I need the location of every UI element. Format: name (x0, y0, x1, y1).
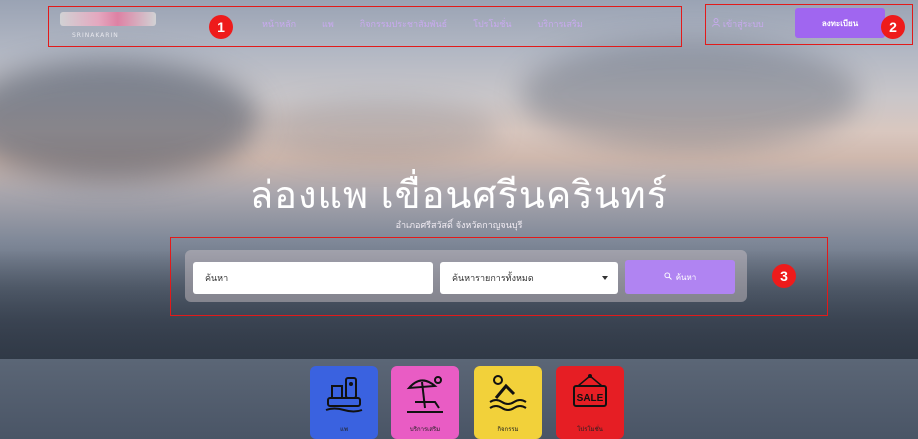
search-button-label: ค้นหา (675, 272, 697, 282)
annotation-box-navbar (48, 6, 682, 47)
cloud-shape (0, 60, 260, 180)
category-tile-services[interactable]: บริการเสริม (391, 366, 459, 439)
category-tile-activities[interactable]: กิจกรรม (474, 366, 542, 439)
category-tile-raft[interactable]: แพ (310, 366, 378, 439)
hero-title: ล่องแพ เขื่อนศรีนครินทร์ (249, 175, 669, 217)
lake-water (0, 359, 918, 439)
cloud-shape (520, 40, 860, 150)
category-select-value: ค้นหารายการทั้งหมด (452, 274, 534, 284)
tile-label-promotions: โปรโมชั่น (577, 426, 603, 433)
tile-label-services: บริการเสริม (409, 426, 441, 433)
annotation-badge-2: 2 (881, 15, 905, 39)
tile-label-raft: แพ (340, 426, 348, 433)
svg-text:SALE: SALE (577, 393, 604, 404)
tile-label-activities: กิจกรรม (497, 426, 519, 433)
caret-down-icon (602, 276, 608, 280)
search-button[interactable]: ค้นหา (625, 260, 735, 294)
category-select[interactable]: ค้นหารายการทั้งหมด (440, 262, 618, 294)
search-icon (664, 272, 672, 282)
category-tile-promotions[interactable]: SALE โปรโมชั่น (556, 366, 624, 439)
annotation-badge-1: 1 (209, 15, 233, 39)
hero-subtitle: อำเภอศรีสวัสดิ์ จังหวัดกาญจนบุรี (395, 221, 523, 231)
annotation-badge-3: 3 (772, 264, 796, 288)
search-input[interactable]: ค้นหา (193, 262, 433, 294)
cloud-shape (260, 100, 500, 160)
